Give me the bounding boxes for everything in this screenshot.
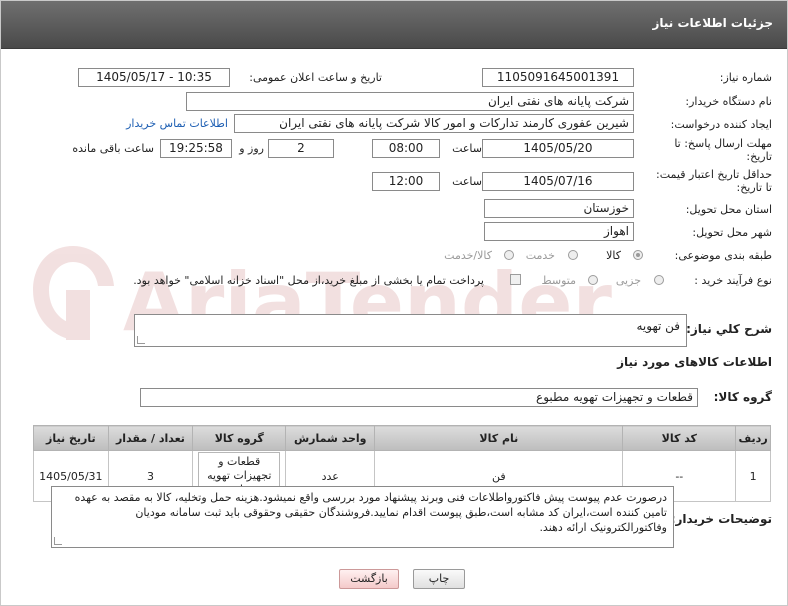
price-validity-date-field: 1405/07/16 <box>482 172 634 191</box>
col-row: ردیف <box>735 425 771 451</box>
need-number-label: شماره نیاز: <box>719 71 772 84</box>
announce-datetime-field: 1405/05/17 - 10:35 <box>78 68 230 87</box>
process-type-label: نوع فرآیند خرید : <box>694 274 772 287</box>
col-name: نام کالا <box>374 425 624 451</box>
price-validity-label: حداقل تاریخ اعتبار قیمت: <box>656 168 772 181</box>
general-description-field[interactable]: فن تهویه <box>134 314 687 347</box>
reply-time-field: 08:00 <box>372 139 440 158</box>
requester-label: ایجاد کننده درخواست: <box>670 118 772 131</box>
general-description-text: فن تهویه <box>636 319 680 333</box>
buyer-notes-field[interactable]: درصورت عدم پیوست پیش فاکتورواطلاعات فنی … <box>51 486 674 548</box>
general-description-label: شرح کلي نياز: <box>686 322 772 336</box>
price-validity-time-field: 12:00 <box>372 172 440 191</box>
goods-table-header: ردیف کد کالا نام کالا واحد شمارش گروه کا… <box>33 425 771 451</box>
page-header: جزئیات اطلاعات نیاز <box>1 1 787 49</box>
col-code: کد کالا <box>622 425 737 451</box>
category-goods-service-label: کالا/خدمت <box>444 249 492 262</box>
category-service-radio[interactable] <box>568 250 578 260</box>
process-minor-radio[interactable] <box>654 275 664 285</box>
province-label: استان محل تحویل: <box>685 203 772 216</box>
buyer-notes-text: درصورت عدم پیوست پیش فاکتورواطلاعات فنی … <box>74 491 667 534</box>
process-medium-label: متوسط <box>541 274 576 287</box>
buyer-org-label: نام دستگاه خریدار: <box>685 95 772 108</box>
goods-group-field: قطعات و تجهیزات تهویه مطبوع <box>140 388 698 407</box>
city-label: شهر محل تحویل: <box>692 226 772 239</box>
city-field: اهواز <box>484 222 634 241</box>
reply-deadline-label-2: تاریخ: <box>746 150 772 163</box>
need-number-field: 1105091645001391 <box>482 68 634 87</box>
col-unit: واحد شمارش <box>285 425 376 451</box>
col-quantity: تعداد / مقدار <box>107 425 194 451</box>
process-minor-label: جزیی <box>615 274 641 287</box>
price-validity-label-2: تا تاریخ: <box>736 181 772 194</box>
reply-deadline-label: مهلت ارسال پاسخ: تا <box>674 137 772 150</box>
col-need-date: تاریخ نیاز <box>33 425 109 451</box>
goods-section-title: اطلاعات کالاهای مورد نیاز <box>617 355 772 369</box>
category-goods-service-radio[interactable] <box>504 250 514 260</box>
resize-handle-icon[interactable] <box>54 537 62 545</box>
process-medium-radio[interactable] <box>588 275 598 285</box>
remaining-time-label: ساعت باقی مانده <box>72 142 154 155</box>
category-goods-radio[interactable] <box>633 250 643 260</box>
treasury-payment-note: پرداخت تمام یا بخشی از مبلغ خرید،از محل … <box>133 274 484 287</box>
reply-date-field: 1405/05/20 <box>482 139 634 158</box>
buyer-contact-link[interactable]: اطلاعات تماس خریدار <box>126 117 228 130</box>
treasury-payment-checkbox[interactable] <box>510 274 521 285</box>
buyer-notes-label: توضیحات خریدار: <box>670 512 772 526</box>
province-field: خوزستان <box>484 199 634 218</box>
remaining-time-field: 19:25:58 <box>160 139 232 158</box>
days-remaining-field: 2 <box>268 139 334 158</box>
back-button[interactable]: بازگشت <box>339 569 399 589</box>
price-validity-time-label: ساعت <box>452 175 482 188</box>
category-goods-label: کالا <box>606 249 621 262</box>
category-service-label: خدمت <box>525 249 555 262</box>
col-group: گروه کالا <box>192 425 287 451</box>
buyer-org-field: شرکت پایانه های نفتی ایران <box>186 92 634 111</box>
page-title: جزئیات اطلاعات نیاز <box>652 16 773 30</box>
cell-row: 1 <box>735 450 771 502</box>
print-button[interactable]: چاپ <box>413 569 465 589</box>
category-label: طبقه بندی موضوعی: <box>674 249 772 262</box>
days-label: روز و <box>239 142 264 155</box>
resize-handle-icon[interactable] <box>137 336 145 344</box>
announce-datetime-label: تاریخ و ساعت اعلان عمومی: <box>249 71 382 84</box>
requester-field: شیرین عفوری کارمند تدارکات و امور کالا ش… <box>234 114 634 133</box>
goods-group-label: گروه کالا: <box>713 390 772 404</box>
reply-time-label: ساعت <box>452 142 482 155</box>
